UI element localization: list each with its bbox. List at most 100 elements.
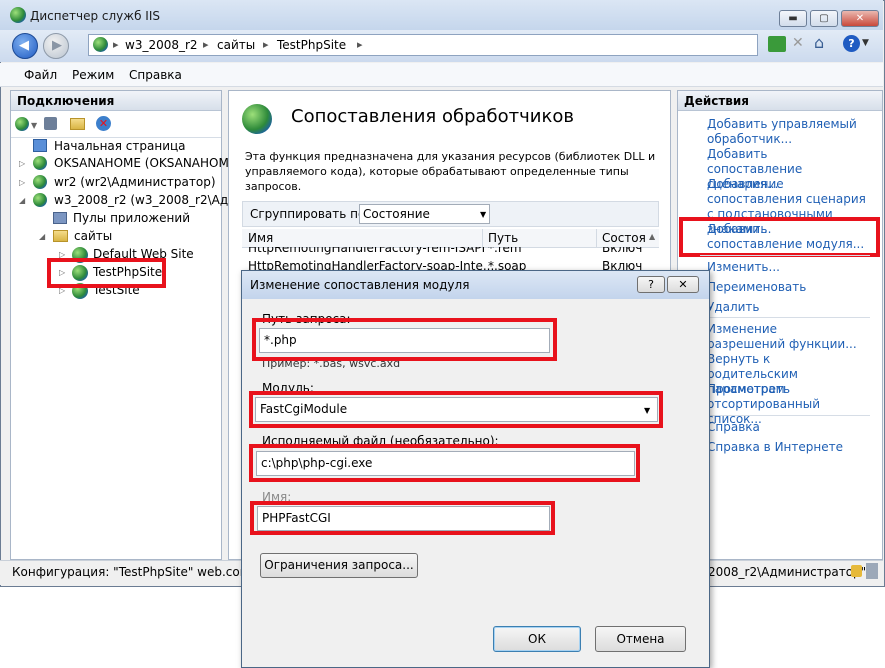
column-state[interactable]: Состоя — [602, 231, 646, 245]
save-icon[interactable] — [44, 117, 57, 130]
help-icon[interactable]: ? — [843, 35, 860, 52]
row-name: HttpRemotingHandlerFactory-rem-ISAPI — [248, 247, 486, 255]
dialog-close-button[interactable]: ✕ — [667, 276, 699, 293]
menu-view[interactable]: Режим — [72, 68, 114, 82]
status-config: Конфигурация: "TestPhpSite" web.config — [12, 565, 263, 579]
forward-button[interactable]: ▶ — [43, 33, 69, 59]
action-rename[interactable]: Переименовать — [707, 280, 806, 295]
row-path: *.rem — [488, 247, 522, 255]
globe-icon — [93, 37, 108, 52]
group-by-select[interactable]: Состояние ▼ — [359, 204, 490, 224]
back-arrow-icon: ◀ — [19, 38, 29, 53]
highlight-module — [249, 391, 663, 428]
action-edit-feature-permissions[interactable]: Изменение разрешений функции... — [707, 322, 857, 352]
collapse-arrow-icon[interactable]: ◢ — [19, 196, 25, 205]
tree-item-label: Начальная страница — [54, 139, 186, 153]
window-title: Диспетчер служб IIS — [30, 9, 160, 23]
disconnect-icon[interactable]: ✕ — [96, 116, 111, 131]
column-divider — [482, 229, 483, 247]
tree-item-label: Пулы приложений — [73, 211, 190, 225]
server-icon — [33, 156, 47, 170]
table-header: Имя Путь Состоя ▲ — [242, 229, 659, 248]
action-help[interactable]: Справка — [707, 420, 760, 435]
connections-pane: Подключения ▼ ✕ Начальная страница ▷ OKS… — [10, 90, 253, 560]
request-restrictions-button[interactable]: Ограничения запроса... — [260, 553, 418, 578]
highlight-testphpsite — [47, 258, 166, 288]
highlight-executable — [249, 444, 640, 482]
status-user: 2008_r2\Администратор") — [708, 565, 871, 579]
actions-separator — [700, 415, 870, 416]
server-icon — [33, 193, 47, 207]
description-line: Эта функция предназначена для указания р… — [245, 150, 656, 163]
scroll-up-icon[interactable]: ▲ — [649, 232, 655, 241]
chevron-down-icon: ▼ — [480, 210, 487, 219]
expand-arrow-icon[interactable]: ▷ — [19, 159, 25, 168]
start-page-icon — [33, 139, 47, 152]
column-path[interactable]: Путь — [488, 231, 518, 245]
collapse-arrow-icon[interactable]: ◢ — [39, 232, 45, 241]
tree-item-label: wr2 (wr2\Администратор) — [54, 175, 216, 189]
highlight-request-path — [252, 318, 557, 361]
breadcrumb-separator-icon: ▸ — [357, 38, 363, 51]
connect-icon[interactable] — [15, 117, 29, 131]
minimize-button[interactable]: ▬ — [779, 10, 807, 27]
actions-separator — [700, 255, 870, 256]
page-title: Сопоставления обработчиков — [291, 106, 574, 127]
network-icon — [866, 563, 878, 579]
breadcrumb-site[interactable]: TestPhpSite — [277, 38, 346, 52]
tree-item-label: w3_2008_r2 (w3_2008_r2\Админ — [54, 193, 253, 207]
row-state: Включ — [602, 247, 643, 255]
cancel-button[interactable]: Отмена — [595, 626, 686, 652]
breadcrumb-server[interactable]: w3_2008_r2 — [125, 38, 198, 52]
dialog-help-button[interactable]: ? — [637, 276, 665, 293]
group-by-value: Состояние — [363, 207, 430, 221]
iis-app-icon — [10, 7, 26, 23]
sites-folder-icon — [53, 230, 68, 242]
action-add-managed-handler[interactable]: Добавить управляемый обработчик... — [707, 117, 865, 147]
connections-header: Подключения — [11, 91, 221, 111]
menu-help[interactable]: Справка — [129, 68, 182, 82]
action-online-help[interactable]: Справка в Интернете — [707, 440, 843, 455]
close-button[interactable]: ✕ — [841, 10, 879, 27]
menu-file[interactable]: Файл — [24, 68, 57, 82]
app-pools-icon — [53, 212, 67, 224]
table-row[interactable]: HttpRemotingHandlerFactory-rem-ISAPI *.r… — [242, 247, 659, 257]
chevron-down-icon[interactable]: ▼ — [31, 121, 37, 130]
highlight-add-module-mapping — [679, 217, 880, 257]
title-bar: Диспетчер служб IIS ▬ ▢ ✕ — [0, 0, 883, 30]
description-line: управляемого кода), которые обрабатывают… — [245, 165, 629, 178]
breadcrumb-separator-icon: ▸ — [203, 38, 209, 51]
handler-mappings-icon — [242, 104, 272, 134]
ok-button[interactable]: ОК — [493, 626, 581, 652]
action-edit[interactable]: Изменить... — [707, 260, 780, 275]
actions-separator — [700, 317, 870, 318]
actions-header: Действия — [678, 91, 882, 111]
tree-item-label: сайты — [74, 229, 113, 243]
maximize-button[interactable]: ▢ — [810, 10, 838, 27]
column-name[interactable]: Имя — [248, 231, 273, 245]
group-by-label: Сгруппировать по: — [250, 207, 370, 221]
expand-arrow-icon[interactable]: ▷ — [19, 178, 25, 187]
address-bar[interactable]: ▸ w3_2008_r2 ▸ сайты ▸ TestPhpSite ▸ — [88, 34, 758, 56]
action-delete[interactable]: Удалить — [707, 300, 760, 315]
description-line: запросов. — [245, 180, 302, 193]
forward-arrow-icon: ▶ — [52, 38, 62, 53]
stop-icon[interactable]: ✕ — [792, 35, 804, 51]
connections-toolbar: ▼ ✕ — [11, 111, 221, 138]
column-divider — [596, 229, 597, 247]
server-icon — [33, 175, 47, 189]
page-description: Эта функция предназначена для указания р… — [245, 149, 665, 194]
up-folder-icon[interactable] — [70, 118, 85, 130]
dialog-title-bar: Изменение сопоставления модуля ? ✕ — [242, 271, 709, 299]
tree-item-label: OKSANAHOME (OKSANAHOME — [54, 156, 237, 170]
chevron-down-icon[interactable]: ▼ — [862, 38, 869, 48]
highlight-name — [250, 501, 555, 535]
dialog-title: Изменение сопоставления модуля — [250, 278, 470, 292]
home-icon[interactable]: ⌂ — [814, 33, 824, 52]
refresh-icon[interactable] — [768, 36, 786, 52]
menu-bar: Файл Режим Справка — [0, 63, 883, 87]
back-button[interactable]: ◀ — [12, 33, 38, 59]
lock-icon — [851, 565, 862, 577]
breadcrumb-separator-icon: ▸ — [113, 38, 119, 51]
breadcrumb-sites[interactable]: сайты — [217, 38, 255, 52]
